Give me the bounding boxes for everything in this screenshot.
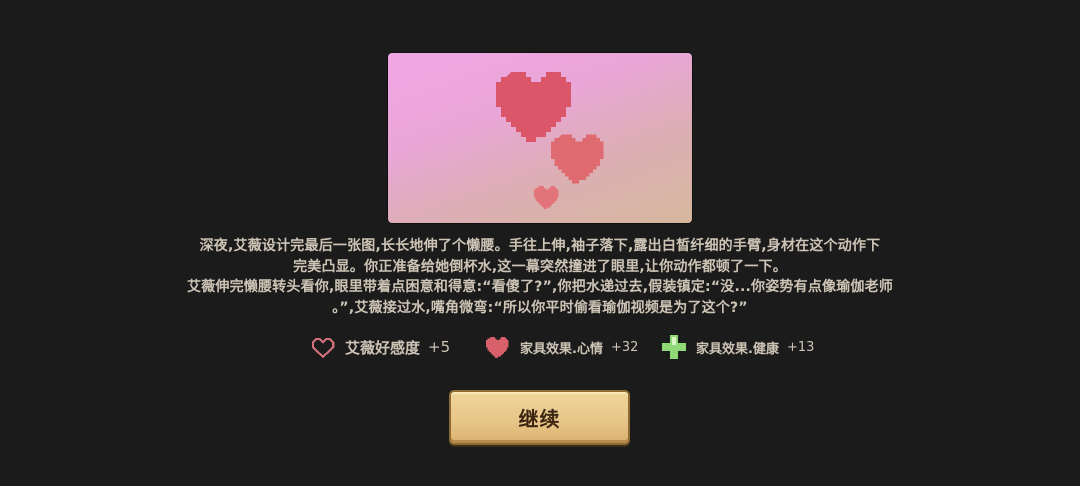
- story-text: 深夜,艾薇设计完最后一张图,长长地伸了个懒腰。手往上伸,袖子落下,露出白皙纤细的…: [130, 236, 950, 318]
- mood-label: 家具效果.心情: [520, 341, 603, 357]
- story-line: 艾薇伸完懒腰转头看你,眼里带着点困意和得意:“看傻了?”,你把水递过去,假装镇定…: [186, 279, 894, 295]
- affection-value: +5: [428, 338, 451, 356]
- health-value: +13: [786, 339, 815, 355]
- mood-stat: 家具效果.心情 +32: [486, 335, 638, 359]
- story-line: 完美凸显。你正准备给她倒杯水,这一幕突然撞进了眼里,让你动作都顿了一下。: [293, 258, 787, 275]
- event-screen: 深夜,艾薇设计完最后一张图,长长地伸了个懒腰。手往上伸,袖子落下,露出白皙纤细的…: [0, 0, 1080, 486]
- large-heart-icon: [496, 72, 571, 142]
- plus-cross-icon: [662, 335, 686, 359]
- heart-icon: [486, 336, 509, 358]
- affection-stat: 艾薇好感度 +5: [311, 335, 450, 359]
- mood-value: +32: [610, 339, 639, 355]
- health-stat: 家具效果.健康 +13: [662, 335, 814, 359]
- affection-label: 艾薇好感度: [345, 338, 421, 357]
- continue-button[interactable]: 继续: [449, 390, 630, 445]
- heart-outline-icon: [311, 337, 335, 358]
- medium-heart-icon: [551, 134, 604, 184]
- story-line: 深夜,艾薇设计完最后一张图,长长地伸了个懒腰。手往上伸,袖子落下,露出白皙纤细的…: [199, 238, 881, 254]
- small-heart-icon: [534, 186, 559, 209]
- story-line: 。”,艾薇接过水,嘴角微弯:“所以你平时偷看瑜伽视频是为了这个?”: [332, 299, 748, 316]
- health-label: 家具效果.健康: [696, 341, 779, 357]
